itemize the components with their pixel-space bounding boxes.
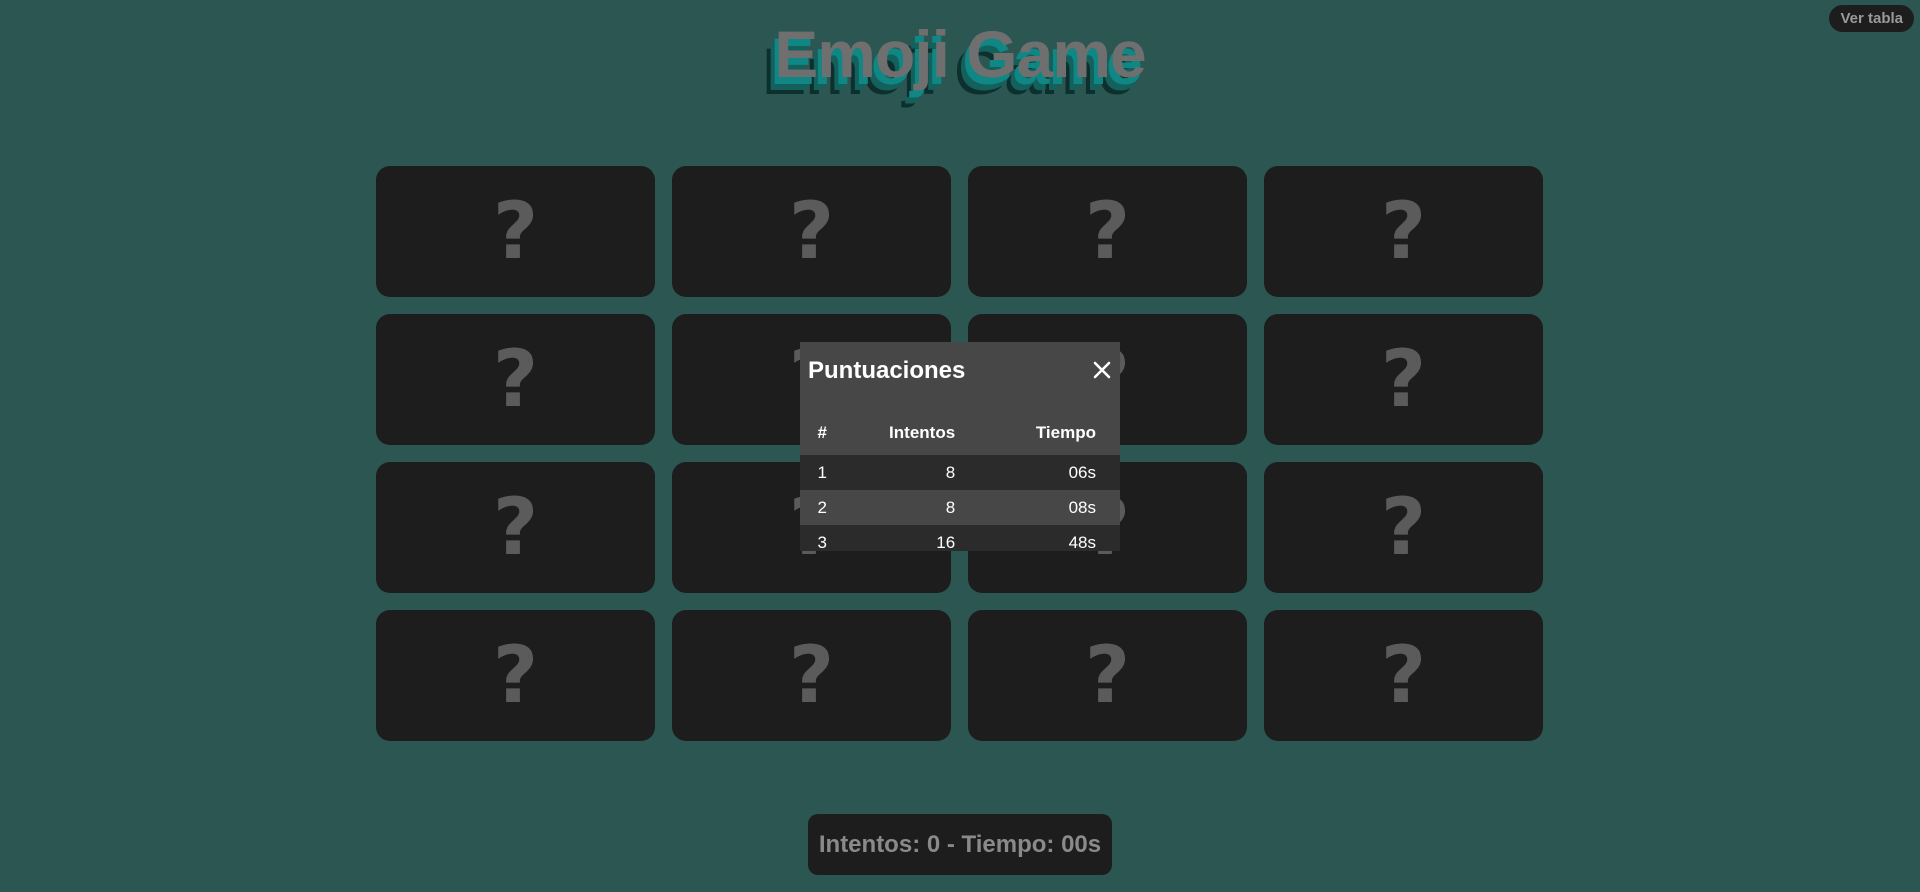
modal-title: Puntuaciones [808, 357, 966, 384]
card[interactable]: ? [376, 610, 655, 741]
card[interactable]: ? [376, 462, 655, 593]
header: Emoji Game [0, 18, 1920, 108]
scores-modal: Puntuaciones # Intentos Tiempo 1 8 06s 2… [800, 342, 1120, 552]
card[interactable]: ? [968, 166, 1247, 297]
card[interactable]: ? [1264, 610, 1543, 741]
close-icon [1093, 361, 1111, 379]
rank-cell: 3 [817, 532, 828, 552]
question-mark-icon: ? [1380, 630, 1427, 721]
question-mark-icon: ? [1380, 334, 1427, 425]
question-mark-icon: ? [492, 630, 539, 721]
card[interactable]: ? [1264, 314, 1543, 445]
table-row: 1 8 06s [800, 455, 1120, 490]
question-mark-icon: ? [1084, 186, 1131, 277]
modal-header: Puntuaciones [800, 342, 1120, 403]
card[interactable]: ? [376, 314, 655, 445]
column-header-time: Tiempo [979, 403, 1120, 455]
card[interactable]: ? [376, 166, 655, 297]
question-mark-icon: ? [1084, 630, 1131, 721]
question-mark-icon: ? [1380, 482, 1427, 573]
question-mark-icon: ? [788, 630, 835, 721]
card[interactable]: ? [968, 610, 1247, 741]
card[interactable]: ? [672, 166, 951, 297]
column-header-rank: # [800, 403, 831, 455]
scores-table: # Intentos Tiempo 1 8 06s 2 8 08s 3 16 4… [800, 403, 1120, 560]
rank-cell: 2 [800, 490, 831, 525]
question-mark-icon: ? [492, 482, 539, 573]
table-row: 3 16 48s [800, 525, 1120, 560]
attempts-cell: 8 [830, 490, 980, 525]
table-row: 2 8 08s [800, 490, 1120, 525]
rank-cell: 1 [817, 462, 828, 482]
time-cell: 48s [1068, 532, 1096, 552]
close-button[interactable] [1090, 358, 1114, 382]
question-mark-icon: ? [788, 186, 835, 277]
card[interactable]: ? [1264, 462, 1543, 593]
card[interactable]: ? [672, 610, 951, 741]
attempts-cell: 16 [936, 532, 956, 552]
column-header-attempts: Intentos [830, 403, 980, 455]
status-bar: Intentos: 0 - Tiempo: 00s [808, 814, 1112, 875]
emoji-game-app: Ver tabla Emoji Game ? ? ? ? ? ? ? ? ? ?… [0, 0, 1920, 892]
question-mark-icon: ? [492, 186, 539, 277]
time-cell: 06s [1068, 462, 1096, 482]
table-header-row: # Intentos Tiempo [800, 403, 1120, 455]
game-title: Emoji Game [774, 17, 1146, 91]
time-cell: 08s [979, 490, 1120, 525]
card[interactable]: ? [1264, 166, 1543, 297]
attempts-cell: 8 [945, 462, 956, 482]
question-mark-icon: ? [492, 334, 539, 425]
question-mark-icon: ? [1380, 186, 1427, 277]
